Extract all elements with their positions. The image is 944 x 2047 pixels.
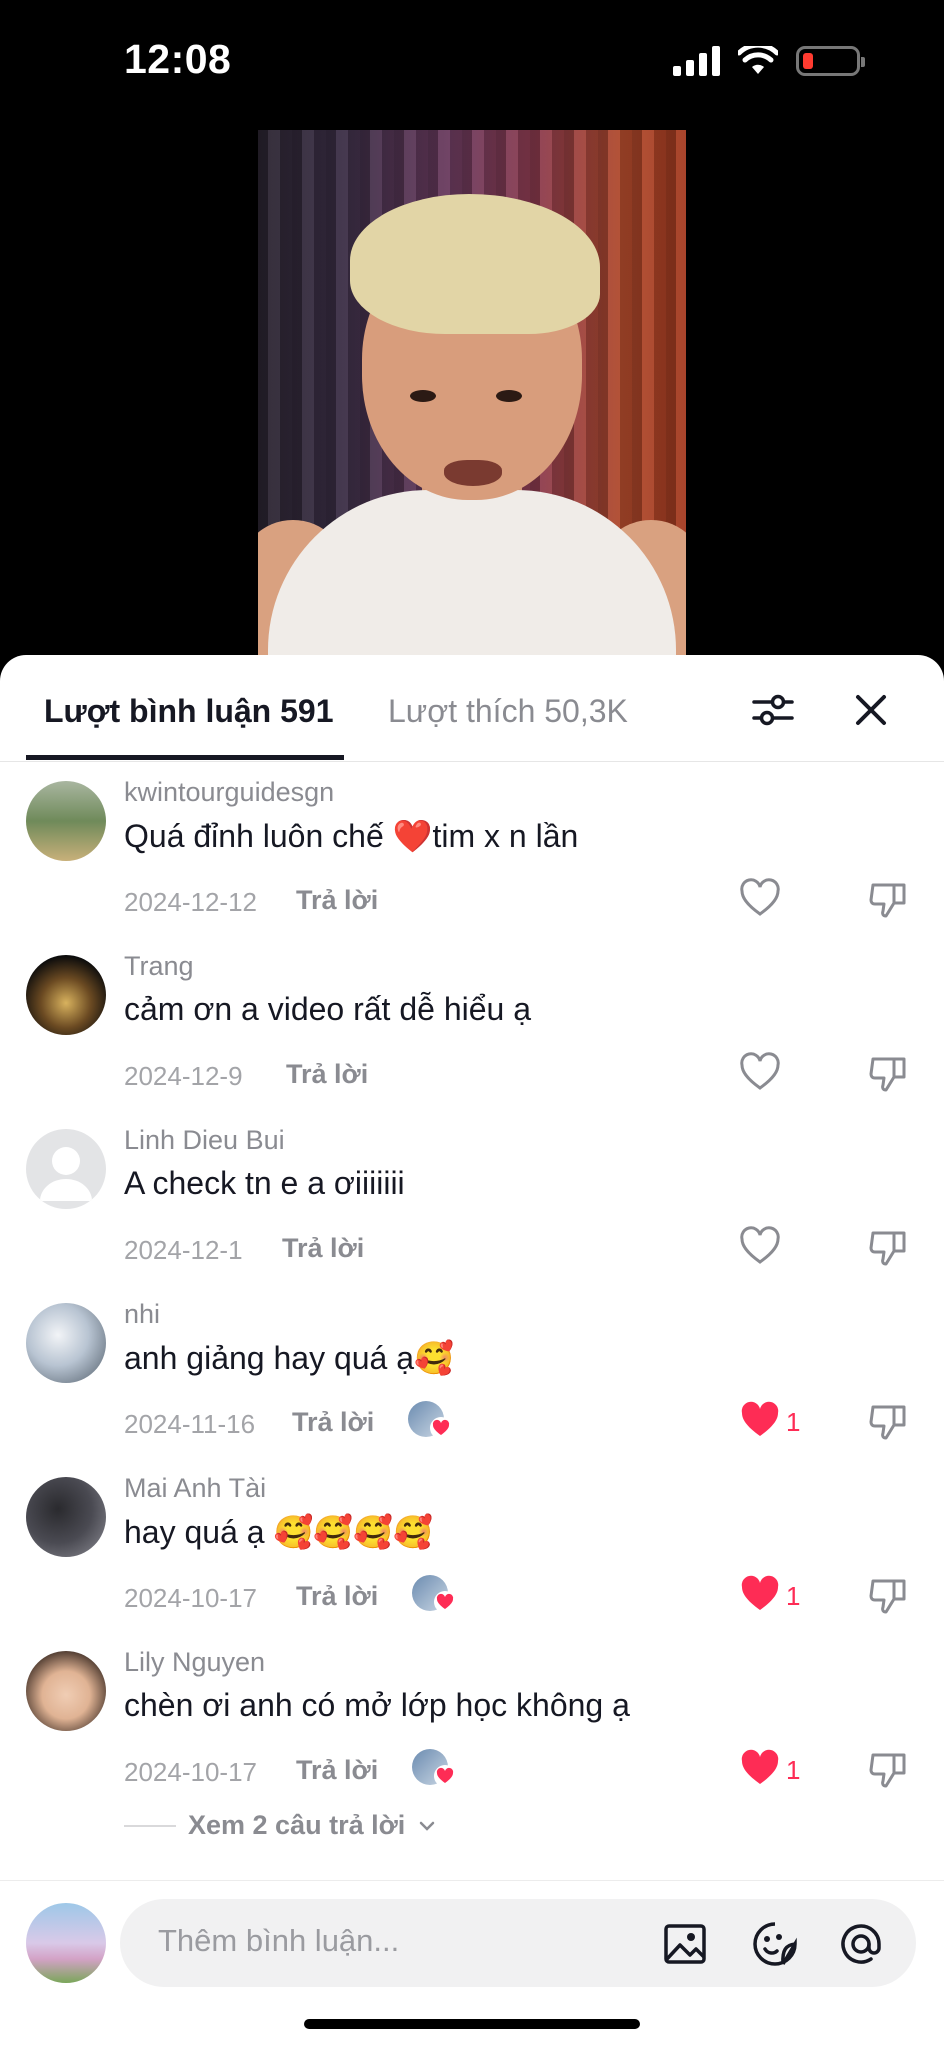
comment-text: Quá đỉnh luôn chế ❤️tim x n lần <box>124 818 579 854</box>
comment-date: 2024-12-1 <box>124 1235 243 1265</box>
status-bar: 12:08 <box>0 0 944 130</box>
active-tab-indicator <box>26 755 344 760</box>
comment-username[interactable]: Linh Dieu Bui <box>124 1125 285 1156</box>
comment-input[interactable]: Thêm bình luận... <box>120 1899 916 1987</box>
comment-username[interactable]: kwintourguidesgn <box>124 777 334 808</box>
comment-item: Mai Anh Tài hay quá ạ 🥰🥰🥰🥰 2024-10-17 Tr… <box>0 1463 944 1637</box>
comment-date: 2024-12-9 <box>124 1061 243 1091</box>
creator-heart-icon <box>434 1765 456 1787</box>
comment-date: 2024-10-17 <box>124 1583 257 1613</box>
dislike-icon[interactable] <box>866 1225 910 1269</box>
chevron-down-icon <box>420 1821 435 1831</box>
dislike-icon[interactable] <box>866 1747 910 1791</box>
comment-username[interactable]: nhi <box>124 1299 160 1330</box>
comment-username[interactable]: Trang <box>124 951 194 982</box>
tab-comments[interactable]: Lượt bình luận 591 <box>44 693 334 730</box>
comment-input-placeholder: Thêm bình luận... <box>158 1923 400 1958</box>
wifi-icon <box>738 46 778 74</box>
comment-item: nhi anh giảng hay quá ạ🥰 2024-11-16 Trả … <box>0 1289 944 1463</box>
dislike-icon[interactable] <box>866 1399 910 1443</box>
dislike-icon[interactable] <box>866 877 910 921</box>
avatar[interactable] <box>26 1303 106 1383</box>
video-player[interactable] <box>0 130 944 670</box>
creator-heart-icon <box>434 1591 456 1613</box>
comment-date: 2024-10-17 <box>124 1757 257 1787</box>
image-icon[interactable] <box>660 1919 710 1969</box>
reply-button[interactable]: Trả lời <box>282 1233 364 1264</box>
filter-icon[interactable] <box>748 685 798 735</box>
comment-username[interactable]: Lily Nguyen <box>124 1647 265 1678</box>
view-replies-button[interactable]: Xem 2 câu trả lời <box>124 1810 437 1841</box>
comment-input-bar: Thêm bình luận... <box>0 1880 944 2047</box>
avatar[interactable] <box>26 1129 106 1209</box>
heart-outline-icon[interactable] <box>738 1051 782 1095</box>
reply-button[interactable]: Trả lời <box>296 1581 378 1612</box>
avatar[interactable] <box>26 781 106 861</box>
reply-button[interactable]: Trả lời <box>286 1059 368 1090</box>
dislike-icon[interactable] <box>866 1573 910 1617</box>
comment-item: Trang cảm ơn a video rất dễ hiểu ạ 2024-… <box>0 941 944 1115</box>
comment-text: chèn ơi anh có mở lớp học không ạ <box>124 1687 630 1723</box>
video-frame <box>258 130 686 670</box>
mention-icon[interactable] <box>836 1919 886 1969</box>
comment-text: cảm ơn a video rất dễ hiểu ạ <box>124 991 531 1027</box>
battery-icon <box>796 46 865 76</box>
comment-text: anh giảng hay quá ạ🥰 <box>124 1340 454 1376</box>
tab-likes[interactable]: Lượt thích 50,3K <box>388 693 628 730</box>
reply-button[interactable]: Trả lời <box>292 1407 374 1438</box>
comment-username[interactable]: Mai Anh Tài <box>124 1473 266 1504</box>
comment-text: A check tn e a ơiiiiiii <box>124 1165 405 1201</box>
heart-filled-icon[interactable] <box>738 1399 782 1443</box>
reply-button[interactable]: Trả lời <box>296 885 378 916</box>
like-count: 1 <box>786 1755 801 1785</box>
default-avatar-icon <box>40 1147 92 1201</box>
reply-button[interactable]: Trả lời <box>296 1755 378 1786</box>
dislike-icon[interactable] <box>866 1051 910 1095</box>
comments-sheet: Lượt bình luận 591 Lượt thích 50,3K kwin… <box>0 655 944 2046</box>
close-icon[interactable] <box>846 685 896 735</box>
heart-filled-icon[interactable] <box>738 1573 782 1617</box>
home-indicator <box>304 2019 640 2029</box>
like-count: 1 <box>786 1407 801 1437</box>
comment-text: hay quá ạ 🥰🥰🥰🥰 <box>124 1514 433 1550</box>
tab-bar: Lượt bình luận 591 Lượt thích 50,3K <box>0 655 944 762</box>
avatar[interactable] <box>26 1651 106 1731</box>
heart-filled-icon[interactable] <box>738 1747 782 1791</box>
view-replies-label: Xem 2 câu trả lời <box>188 1810 406 1840</box>
status-icons <box>673 46 865 76</box>
heart-outline-icon[interactable] <box>738 1225 782 1269</box>
avatar[interactable] <box>26 1477 106 1557</box>
comment-item: Linh Dieu Bui A check tn e a ơiiiiiii 20… <box>0 1115 944 1289</box>
avatar[interactable] <box>26 955 106 1035</box>
comment-item: kwintourguidesgn Quá đỉnh luôn chế ❤️tim… <box>0 767 944 941</box>
status-time: 12:08 <box>124 36 232 82</box>
emoji-sticker-icon[interactable] <box>750 1919 800 1969</box>
comment-item: Lily Nguyen chèn ơi anh có mở lớp học kh… <box>0 1637 944 1811</box>
heart-outline-icon[interactable] <box>738 877 782 921</box>
comment-date: 2024-11-16 <box>124 1409 256 1439</box>
my-avatar <box>26 1903 106 1983</box>
creator-heart-icon <box>430 1417 452 1439</box>
comment-date: 2024-12-12 <box>124 887 257 917</box>
like-count: 1 <box>786 1581 801 1611</box>
divider <box>124 1824 176 1827</box>
cellular-signal-icon <box>673 46 720 76</box>
